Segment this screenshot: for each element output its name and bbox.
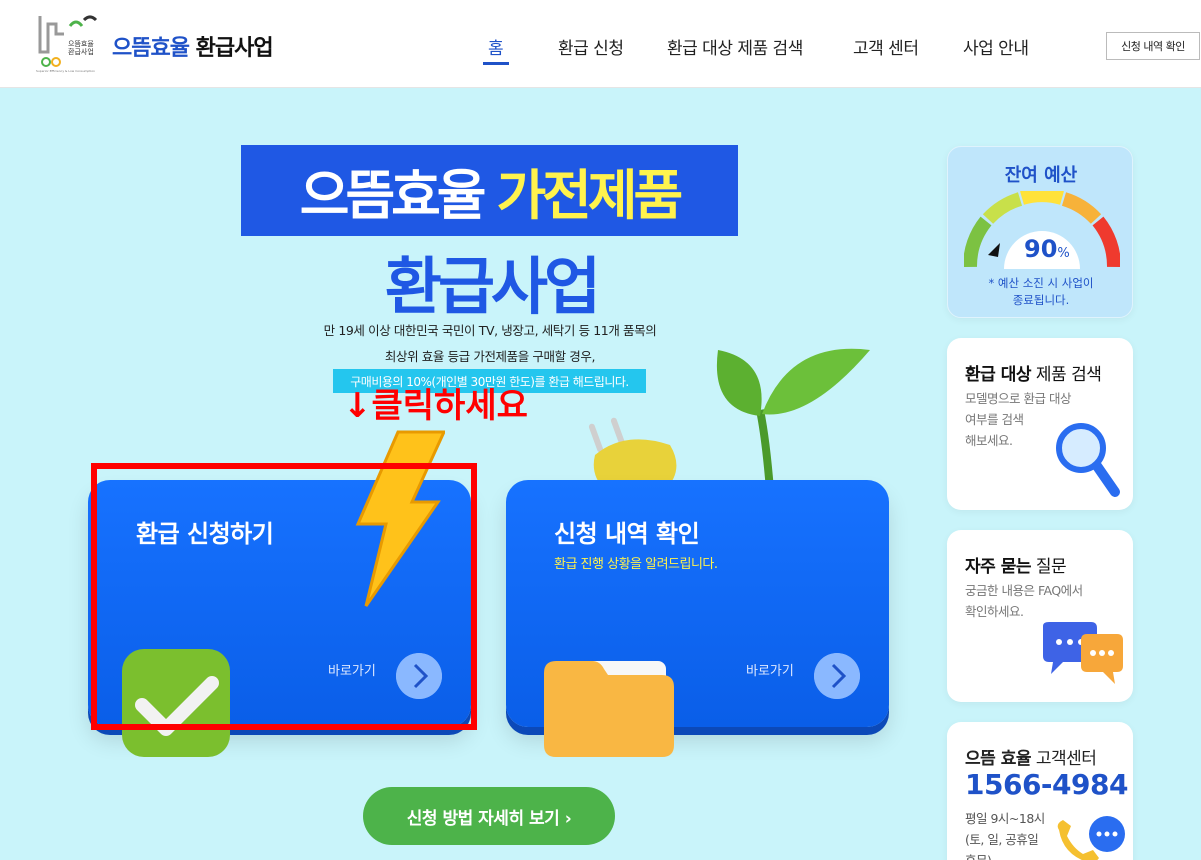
nav-business-info[interactable]: 사업 안내 (963, 34, 1029, 59)
plug-icon (588, 417, 677, 490)
hero-banner-yellow: 가전제품 (496, 164, 684, 227)
faq-panel-title: 자주 묻는 질문 (965, 557, 1067, 577)
plant-icon (716, 348, 870, 490)
cs-panel-title: 으뜸 효율 고객센터 (965, 749, 1097, 769)
site-title-highlight: 으뜸효율 (112, 36, 190, 61)
nav-home[interactable]: 홈 (488, 34, 504, 59)
budget-title: 잔여 예산 (1004, 165, 1078, 186)
customer-center-panel[interactable]: 으뜸 효율 고객센터 1566-4984 평일 9시~18시 (토, 일, 공휴… (947, 722, 1133, 860)
nav-active-indicator (483, 62, 509, 65)
site-title[interactable]: 으뜸효율 환급사업 (112, 30, 274, 62)
history-card-desc: 환급 진행 상황을 알려드립니다. (554, 557, 718, 572)
search-panel-title: 환급 대상 제품 검색 (965, 365, 1102, 385)
hero-description: 만 19세 이상 대한민국 국민이 TV, 냉장고, 세탁기 등 11개 품목의… (290, 318, 690, 370)
folder-icon (544, 661, 674, 757)
site-logo[interactable]: 으뜸효율 환급사업 Superior Efficiency & Low Cons… (34, 12, 104, 74)
product-search-panel[interactable]: 환급 대상 제품 검색 모델명으로 환급 대상 여부를 검색 해보세요. (947, 338, 1133, 510)
guide-details-button[interactable]: 신청 방법 자세히 보기 › (363, 787, 615, 845)
click-here-annotation: ↓클릭하세요 (343, 386, 528, 426)
hero-desc-line1: 만 19세 이상 대한민국 국민이 TV, 냉장고, 세탁기 등 11개 품목의 (323, 323, 657, 338)
apply-card-go-label: 바로가기 (328, 664, 376, 679)
faq-panel-desc: 궁금한 내용은 FAQ에서 확인하세요. (965, 583, 1083, 619)
lightning-icon (355, 430, 445, 607)
svg-text:환급사업: 환급사업 (68, 47, 94, 56)
nav-apply[interactable]: 환급 신청 (558, 34, 624, 59)
budget-note: * 예산 소진 시 사업이 종료됩니다. (988, 276, 1094, 307)
history-card-go-label: 바로가기 (746, 664, 794, 679)
apply-card-title: 환급 신청하기 (136, 520, 274, 548)
magnifier-icon (1056, 423, 1120, 497)
nav-product-search[interactable]: 환급 대상 제품 검색 (667, 34, 803, 59)
apply-go-arrow-icon[interactable] (396, 653, 442, 699)
nav-customer-center[interactable]: 고객 센터 (853, 34, 919, 59)
history-go-arrow-icon[interactable] (814, 653, 860, 699)
faq-panel[interactable]: 자주 묻는 질문 궁금한 내용은 FAQ에서 확인하세요. (947, 530, 1133, 702)
cs-hours: 평일 9시~18시 (토, 일, 공휴일 휴무) (965, 811, 1045, 860)
cs-phone-number[interactable]: 1566-4984 (965, 768, 1128, 801)
svg-text:Superior Efficiency & Low Cons: Superior Efficiency & Low Consumption (36, 69, 95, 73)
budget-percent: 90% (1024, 235, 1070, 263)
hero-banner: 으뜸효율 가전제품 (241, 145, 738, 236)
chat-bubbles-icon (1043, 622, 1123, 684)
site-title-rest: 환급사업 (195, 36, 274, 61)
phone-chat-icon (1057, 816, 1125, 860)
hero-desc-line2: 최상위 효율 등급 가전제품을 구매할 경우, (384, 349, 596, 364)
svg-text:으뜸효율: 으뜸효율 (68, 40, 94, 48)
hero-subtitle: 환급사업 (384, 250, 601, 323)
hero-banner-white: 으뜸효율 (299, 164, 487, 227)
site-header: 으뜸효율 환급사업 Superior Efficiency & Low Cons… (0, 0, 1201, 88)
check-icon (122, 649, 230, 757)
history-card-title: 신청 내역 확인 (554, 520, 700, 548)
history-check-button[interactable]: 신청 내역 확인 (1106, 32, 1200, 60)
remaining-budget-panel: 잔여 예산 90% * 예산 소진 시 사업이 종료됩니다. (947, 146, 1133, 318)
